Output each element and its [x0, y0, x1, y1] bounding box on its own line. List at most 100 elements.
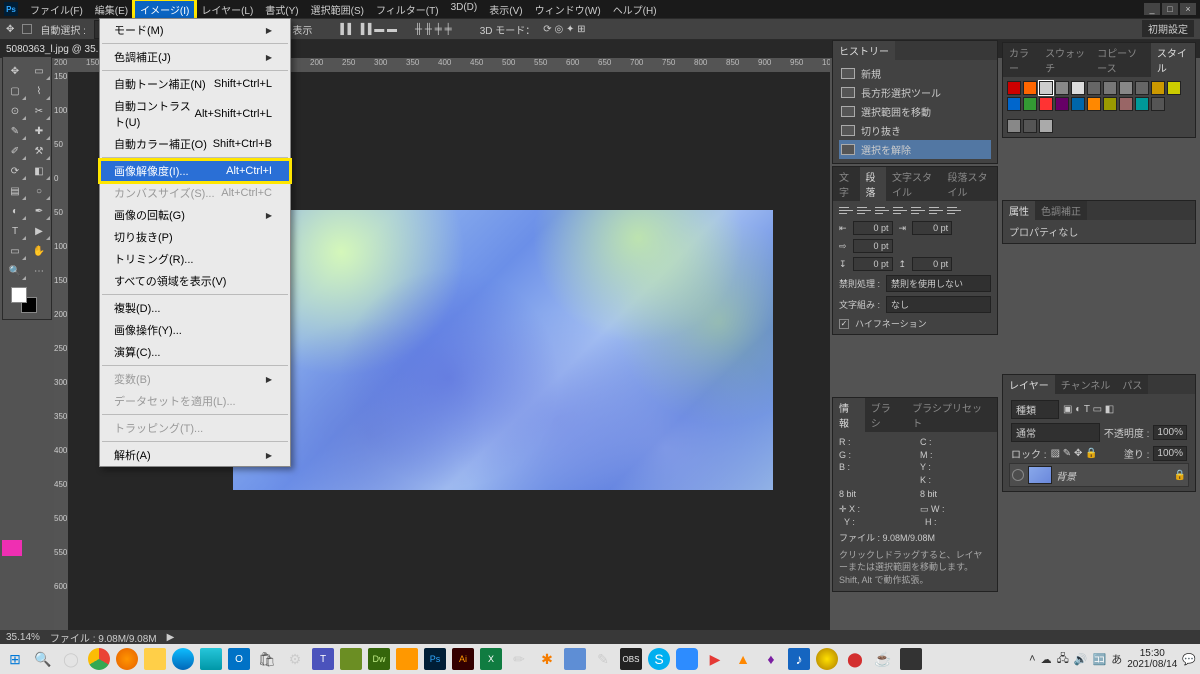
lasso-tool[interactable]: ⌇	[27, 81, 51, 101]
filter-icons[interactable]: ▣ ◐ T ▭ ◧	[1063, 404, 1114, 415]
menu-0[interactable]: ファイル(F)	[24, 0, 89, 19]
menu-8[interactable]: 表示(V)	[483, 0, 528, 19]
healing-tool[interactable]: ✚	[27, 121, 51, 141]
swatch[interactable]	[1103, 81, 1117, 95]
document-image[interactable]	[233, 210, 773, 490]
swatch[interactable]	[1135, 97, 1149, 111]
menu-5[interactable]: 選択範囲(S)	[305, 0, 370, 19]
menu-4[interactable]: 書式(Y)	[259, 0, 304, 19]
swatch[interactable]	[1119, 97, 1133, 111]
zoom-tool[interactable]: 🔍	[3, 261, 27, 281]
app-icon-4[interactable]	[564, 648, 586, 670]
skype-icon[interactable]: S	[648, 648, 670, 670]
swatch[interactable]	[1167, 81, 1181, 95]
dreamweaver-icon[interactable]: Dw	[368, 648, 390, 670]
blur-tool[interactable]: ○	[27, 181, 51, 201]
menu-item[interactable]: 解析(A)▶	[100, 444, 290, 466]
tab[interactable]: スウォッチ	[1039, 43, 1091, 77]
menu-item[interactable]: 自動カラー補正(O)Shift+Ctrl+B	[100, 133, 290, 155]
start-button[interactable]: ⊞	[4, 648, 26, 670]
explorer-icon[interactable]	[144, 648, 166, 670]
swatch[interactable]	[1087, 81, 1101, 95]
history-tab[interactable]: ヒストリー	[833, 41, 895, 60]
composer-select[interactable]: 禁則を使用しない	[886, 275, 991, 292]
tray-expand-icon[interactable]: ˄	[1029, 653, 1035, 665]
space-before-field[interactable]: 0 pt	[853, 257, 893, 271]
indent-left-field[interactable]: 0 pt	[853, 221, 893, 235]
swatch[interactable]	[1023, 97, 1037, 111]
blend-mode-select[interactable]: 通常	[1011, 423, 1100, 442]
eraser-tool[interactable]: ◧	[27, 161, 51, 181]
zoom-icon[interactable]	[676, 648, 698, 670]
menu-item[interactable]: 演算(C)...	[100, 341, 290, 363]
photos-icon[interactable]	[200, 648, 222, 670]
first-line-field[interactable]: 0 pt	[853, 239, 893, 253]
mojikumi-select[interactable]: なし	[886, 296, 991, 313]
menu-item[interactable]: 複製(D)...	[100, 297, 290, 319]
marquee-tool[interactable]: ▢	[3, 81, 27, 101]
swatch[interactable]	[1007, 81, 1021, 95]
tab[interactable]: 文字スタイル	[886, 167, 942, 201]
swatch[interactable]	[1039, 81, 1053, 95]
quick-mask-button[interactable]	[2, 540, 22, 556]
distribute-icons[interactable]: ╫ ╫ ╪ ╪	[415, 24, 452, 35]
swatch[interactable]	[1151, 97, 1165, 111]
align-icons[interactable]: ▌▌ ▐▐ ▬ ▬	[340, 24, 397, 35]
eyedropper-tool[interactable]: ✎	[3, 121, 27, 141]
outlook-icon[interactable]: O	[228, 648, 250, 670]
volume-icon[interactable]: 🔊	[1074, 653, 1088, 666]
tab[interactable]: 段落スタイル	[942, 167, 998, 201]
space-after-field[interactable]: 0 pt	[912, 257, 952, 271]
tab[interactable]: 段落	[860, 167, 887, 201]
history-item[interactable]: 切り抜き	[839, 121, 991, 140]
tab[interactable]: 文字	[833, 167, 860, 201]
app-icon-9[interactable]	[816, 648, 838, 670]
app-icon-7[interactable]: ♦	[760, 648, 782, 670]
move-tool[interactable]: ✥	[3, 61, 27, 81]
menu-3[interactable]: レイヤー(L)	[195, 0, 259, 19]
swatch[interactable]	[1039, 119, 1053, 133]
ime-icon[interactable]: 🈁	[1093, 653, 1107, 666]
history-item[interactable]: 新規	[839, 64, 991, 83]
tab[interactable]: 属性	[1003, 201, 1035, 220]
swatch[interactable]	[1119, 81, 1133, 95]
menu-6[interactable]: フィルター(T)	[370, 0, 445, 19]
visibility-icon[interactable]	[1012, 469, 1024, 481]
menu-item[interactable]: トラッピング(T)...	[100, 417, 290, 439]
stamp-tool[interactable]: ⚒	[27, 141, 51, 161]
lock-icons[interactable]: ▨ ✎ ✥ 🔒	[1051, 448, 1098, 459]
opacity-field[interactable]: 100%	[1153, 425, 1187, 440]
cortana-button[interactable]: ◯	[60, 648, 82, 670]
chrome-icon[interactable]	[88, 648, 110, 670]
search-button[interactable]: 🔍	[32, 648, 54, 670]
menu-item[interactable]: カンバスサイズ(S)...Alt+Ctrl+C	[100, 182, 290, 204]
settings-icon[interactable]: ⚙	[284, 648, 306, 670]
zoom-level[interactable]: 35.14%	[6, 632, 40, 643]
history-item[interactable]: 選択を解除	[839, 140, 991, 159]
app-icon-8[interactable]: ♪	[788, 648, 810, 670]
menu-item[interactable]: 画像の回転(G)▶	[100, 204, 290, 226]
tab[interactable]: ブラシプリセット	[906, 398, 997, 432]
ime-mode[interactable]: あ	[1111, 651, 1122, 667]
swatch[interactable]	[1103, 97, 1117, 111]
init-defaults-button[interactable]: 初期設定	[1142, 20, 1194, 37]
maximize-button[interactable]: □	[1162, 3, 1178, 15]
align-icons-row[interactable]	[839, 205, 991, 217]
menu-item[interactable]: 画像解像度(I)...Alt+Ctrl+I	[100, 160, 290, 182]
menu-item[interactable]: 自動トーン補正(N)Shift+Ctrl+L	[100, 73, 290, 95]
sublime-icon[interactable]	[396, 648, 418, 670]
swatch[interactable]	[1071, 81, 1085, 95]
menu-item[interactable]: 画像操作(Y)...	[100, 319, 290, 341]
system-tray[interactable]: ˄ ☁ 🖧 🔊 🈁 あ 15:302021/08/14 💬	[1029, 648, 1196, 670]
close-button[interactable]: ×	[1180, 3, 1196, 15]
vlc-icon[interactable]: ▲	[732, 648, 754, 670]
menu-item[interactable]: 変数(B)▶	[100, 368, 290, 390]
3d-mode-icons[interactable]: ⟳ ◎ ✦ ⊞	[543, 24, 585, 35]
tab[interactable]: ブラシ	[865, 398, 906, 432]
photoshop-taskbar-icon[interactable]: Ps	[424, 648, 446, 670]
fill-field[interactable]: 100%	[1153, 446, 1187, 461]
menu-2[interactable]: イメージ(I)	[134, 0, 195, 19]
tab[interactable]: パス	[1116, 375, 1148, 394]
path-select-tool[interactable]: ▶	[27, 221, 51, 241]
menu-item[interactable]: 切り抜き(P)	[100, 226, 290, 248]
